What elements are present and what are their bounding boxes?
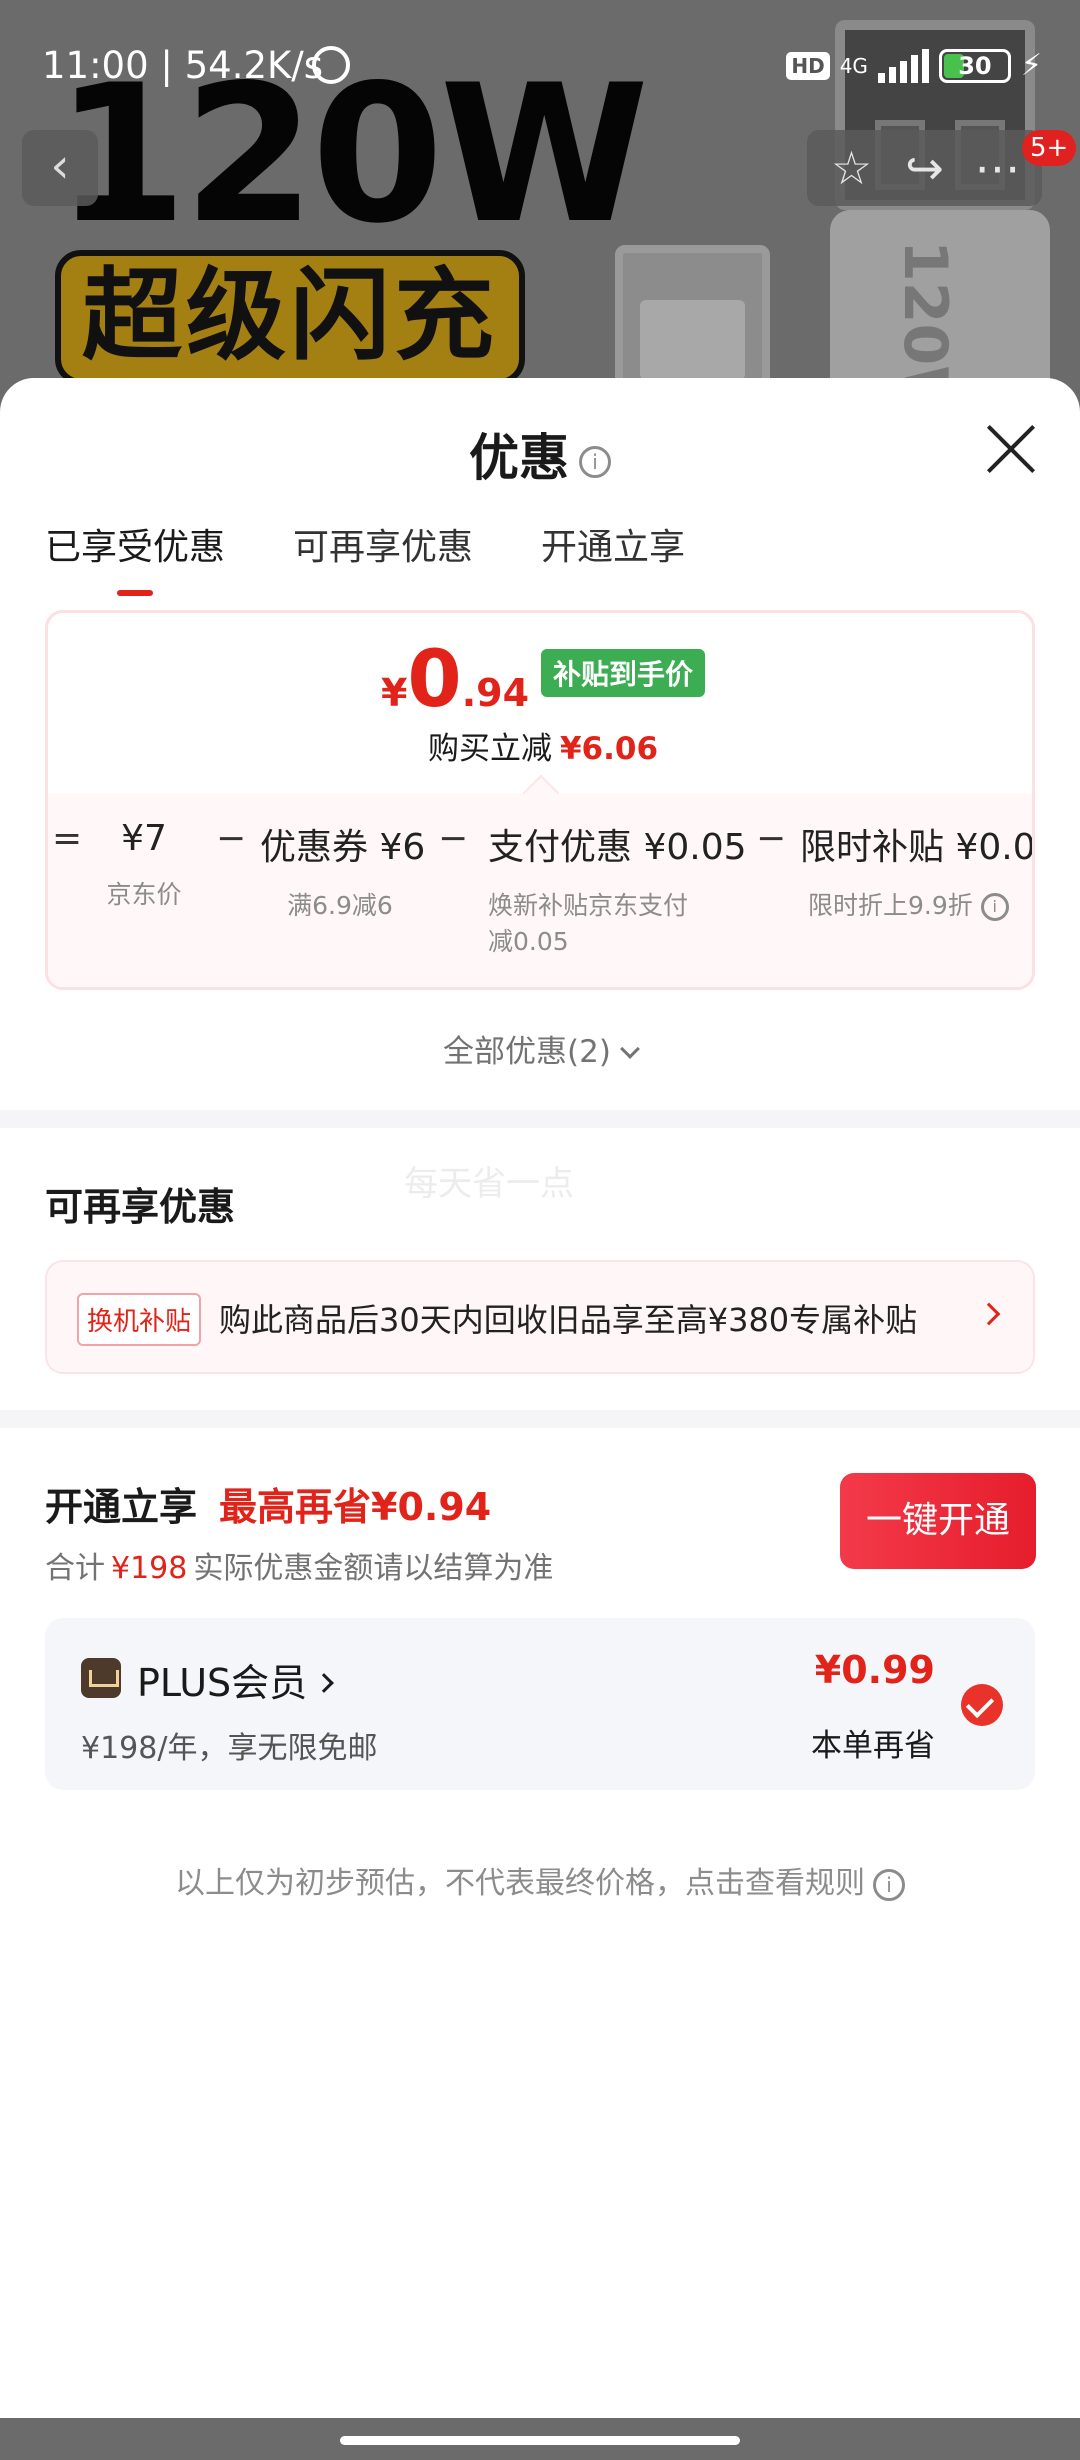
limited-discount-label[interactable]: 限时折上9.9折 i bbox=[800, 888, 1030, 924]
section-divider bbox=[0, 1410, 1080, 1428]
subsidy-price-tag: 补贴到手价 bbox=[541, 649, 706, 697]
minus-operator: − bbox=[438, 818, 469, 859]
hd-icon: HD bbox=[786, 51, 830, 80]
open-now-heading: 开通立享 最高再省¥0.94 bbox=[45, 1485, 492, 1529]
equals-operator: = bbox=[52, 818, 83, 859]
price-breakdown-row: = ¥7 京东价 − 优惠券 ¥6 满6.9减6 − 支付优惠 ¥0.05 焕新… bbox=[48, 818, 1032, 978]
watermark-text: 每天省一点 bbox=[404, 1164, 574, 1204]
trade-in-text: 购此商品后30天内回收旧品享至高¥380专属补贴 bbox=[219, 1301, 918, 1339]
breakdown-item-coupon: 优惠券 ¥6 满6.9减6 bbox=[260, 827, 426, 920]
plus-save-value: ¥0.99 bbox=[814, 1648, 935, 1692]
sheet-title: 优惠 i bbox=[0, 418, 1080, 490]
plus-member-link[interactable]: PLUS会员 bbox=[137, 1652, 335, 1707]
breakdown-item-jd-price: ¥7 京东价 bbox=[106, 818, 182, 909]
price-disclaimer[interactable]: 以上仅为初步预估，不代表最终价格，点击查看规则 i bbox=[0, 1858, 1080, 1902]
charging-icon: ⚡ bbox=[1020, 48, 1042, 83]
status-bar: 11:00 | 54.2K/s HD 4G 30 ⚡ bbox=[0, 38, 1080, 98]
cable-tip-image bbox=[640, 300, 745, 380]
final-price: ¥0.94 补贴到手价 bbox=[48, 635, 1032, 725]
gesture-navigation-bar bbox=[0, 2418, 1080, 2460]
tab-enjoyed[interactable]: 已享受优惠 bbox=[45, 518, 225, 596]
breakdown-item-payment: 支付优惠 ¥0.05 焕新补贴京东支付 减0.05 bbox=[488, 827, 747, 956]
close-button[interactable] bbox=[985, 423, 1037, 475]
info-icon[interactable]: i bbox=[579, 445, 611, 478]
price-breakdown-card: ¥0.94 补贴到手价 购买立减 ¥6.06 = ¥7 京东价 − 优惠券 ¥6 满… bbox=[45, 610, 1035, 990]
tab-open-now[interactable]: 开通立享 bbox=[541, 518, 685, 596]
discount-tabs: 已享受优惠 可再享优惠 开通立享 bbox=[45, 518, 685, 596]
plus-member-desc: ¥198/年，享无限免邮 bbox=[81, 1731, 378, 1766]
crown-icon bbox=[81, 1658, 121, 1698]
info-icon[interactable]: i bbox=[980, 893, 1009, 921]
plus-save-label: 本单再省 bbox=[811, 1728, 935, 1764]
message-badge: 5+ bbox=[1022, 130, 1077, 166]
more-discounts-title: 可再享优惠 bbox=[45, 1185, 236, 1229]
discount-sheet: 优惠 i 已享受优惠 可再享优惠 开通立享 ¥0.94 补贴到手价 购买立减 ¥6.0… bbox=[0, 378, 1080, 2418]
minus-operator: − bbox=[756, 818, 787, 859]
breakdown-item-limited: 限时补贴 ¥0.01 限时折上9.9折 i bbox=[800, 818, 1032, 924]
chevron-right-icon bbox=[314, 1673, 335, 1693]
home-indicator[interactable] bbox=[340, 2436, 740, 2445]
favorite-icon[interactable]: ☆ bbox=[824, 140, 880, 196]
more-icon[interactable]: ⋯ bbox=[970, 140, 1026, 196]
minus-operator: − bbox=[216, 818, 247, 859]
one-click-open-button[interactable]: 一键开通 bbox=[840, 1473, 1036, 1569]
alarm-icon bbox=[312, 46, 350, 84]
signal-icon bbox=[877, 48, 929, 83]
plus-membership-card[interactable]: PLUS会员 ¥198/年，享无限免邮 ¥0.99 本单再省 bbox=[45, 1618, 1035, 1790]
chevron-right-icon bbox=[977, 1302, 1001, 1326]
all-discounts-toggle[interactable]: 全部优惠(2) bbox=[0, 1026, 1080, 1071]
tab-more-available[interactable]: 可再享优惠 bbox=[293, 518, 473, 596]
trade-in-tag: 换机补贴 bbox=[77, 1293, 202, 1346]
top-action-group: ☆ ↪ ⋯ bbox=[807, 130, 1042, 206]
open-now-subtext: 合计 ¥198 实际优惠金额请以结算为准 bbox=[45, 1551, 554, 1586]
back-button[interactable]: ‹ bbox=[22, 130, 98, 206]
trade-in-subsidy-row[interactable]: 换机补贴 购此商品后30天内回收旧品享至高¥380专属补贴 bbox=[45, 1260, 1035, 1374]
battery-icon: 30 bbox=[938, 48, 1011, 83]
max-save-text: 最高再省¥0.94 bbox=[219, 1485, 492, 1529]
product-hero-badge: 超级闪充 bbox=[55, 250, 525, 385]
checkmark-icon[interactable] bbox=[961, 1684, 1003, 1726]
instant-reduction: 购买立减 ¥6.06 bbox=[427, 731, 659, 767]
network-type: 4G bbox=[839, 53, 868, 78]
chevron-down-icon bbox=[620, 1039, 640, 1059]
status-right-group: HD 4G 30 ⚡ bbox=[786, 48, 1042, 83]
section-divider bbox=[0, 1110, 1080, 1128]
share-icon[interactable]: ↪ bbox=[897, 140, 953, 196]
status-time: 11:00 | 54.2K/s bbox=[42, 44, 324, 87]
info-icon[interactable]: i bbox=[873, 1868, 905, 1901]
